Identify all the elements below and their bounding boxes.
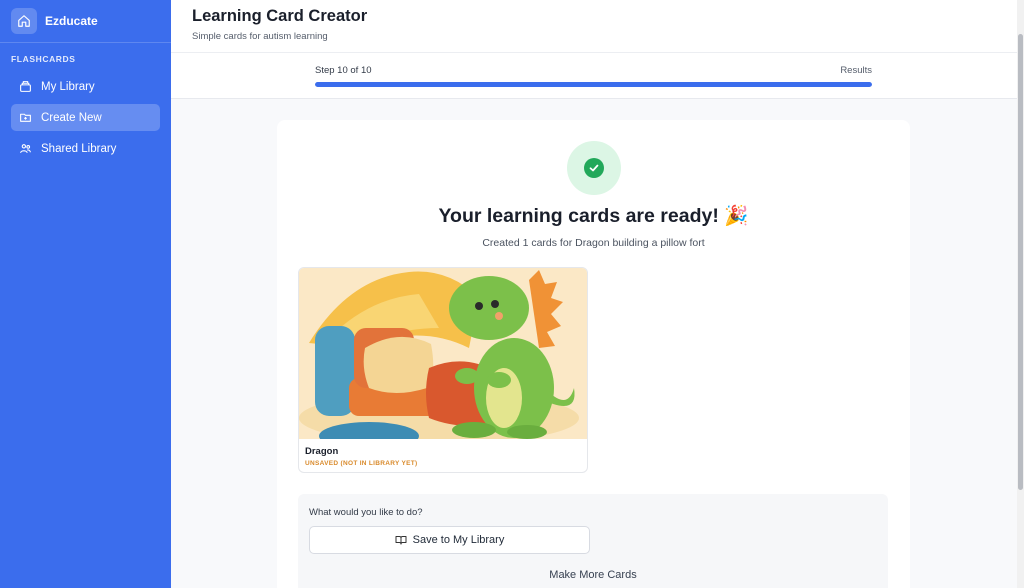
- dragon-pillow-fort-illustration: [299, 268, 587, 439]
- results-title: Your learning cards are ready! 🎉: [438, 205, 749, 227]
- book-open-icon: [395, 534, 407, 546]
- sidebar-item-label: Create New: [41, 111, 102, 124]
- progress-track: [315, 82, 872, 87]
- scrollbar-thumb[interactable]: [1018, 34, 1023, 490]
- app-name: Ezducate: [45, 14, 98, 28]
- results-panel: Your learning cards are ready! 🎉 Created…: [277, 120, 910, 588]
- save-to-library-button[interactable]: Save to My Library: [309, 526, 590, 554]
- home-icon: [11, 8, 37, 34]
- brand[interactable]: Ezducate: [0, 0, 171, 43]
- sidebar-item-label: Shared Library: [41, 142, 117, 155]
- sidebar-item-create-new[interactable]: Create New: [11, 104, 160, 131]
- sidebar-item-shared-library[interactable]: Shared Library: [11, 135, 160, 162]
- next-actions: What would you like to do? Save to My Li…: [298, 494, 888, 588]
- sidebar-section-label: FLASHCARDS: [11, 54, 76, 64]
- results-subtitle: Created 1 cards for Dragon building a pi…: [482, 237, 705, 249]
- success-badge: [567, 141, 621, 195]
- users-icon: [19, 142, 32, 155]
- results-label: Results: [840, 65, 872, 76]
- sidebar: Ezducate FLASHCARDS My Library Create Ne…: [0, 0, 171, 588]
- progress-fill: [315, 82, 872, 87]
- folder-plus-icon: [19, 111, 32, 124]
- library-icon: [19, 80, 32, 93]
- progress-section: Step 10 of 10 Results: [171, 53, 1017, 99]
- check-icon: [584, 158, 604, 178]
- card-status-badge: UNSAVED (NOT IN LIBRARY YET): [305, 460, 418, 467]
- sidebar-item-my-library[interactable]: My Library: [11, 73, 160, 100]
- step-label: Step 10 of 10: [315, 65, 372, 76]
- page-scrollbar[interactable]: [1017, 0, 1024, 588]
- save-button-label: Save to My Library: [412, 534, 505, 546]
- page-subtitle: Simple cards for autism learning: [192, 31, 328, 42]
- sidebar-item-label: My Library: [41, 80, 95, 93]
- learning-card[interactable]: Dragon UNSAVED (NOT IN LIBRARY YET): [298, 267, 588, 473]
- make-more-cards-button[interactable]: Make More Cards: [298, 569, 888, 581]
- page-title: Learning Card Creator: [192, 7, 368, 25]
- card-title: Dragon: [305, 446, 339, 457]
- page-header: Learning Card Creator Simple cards for a…: [171, 0, 1017, 53]
- actions-question: What would you like to do?: [309, 507, 423, 518]
